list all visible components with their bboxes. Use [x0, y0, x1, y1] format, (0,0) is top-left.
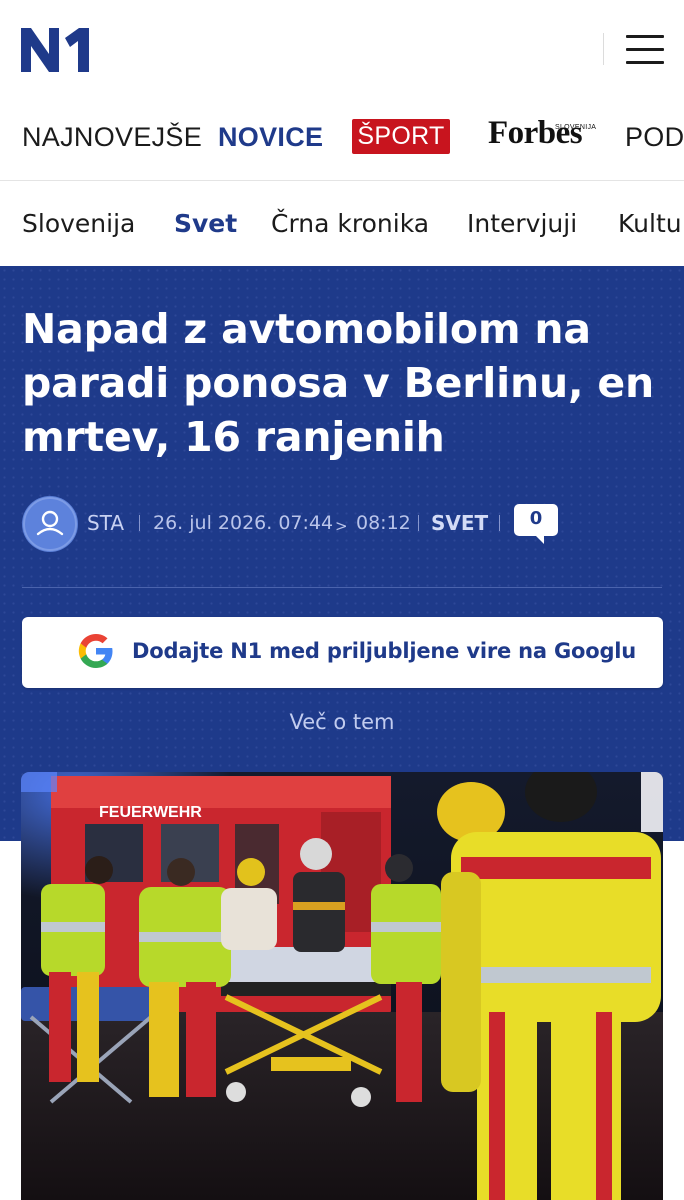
emergency-scene-photo: FEUERWEHR [21, 772, 663, 1200]
nav-novice[interactable]: NOVICE [218, 122, 323, 152]
nav-sport[interactable]: ŠPORT [352, 119, 450, 154]
comment-bubble-tail [534, 534, 544, 544]
add-google-source-button[interactable]: Dodajte N1 med priljubljene vire na Goog… [22, 617, 663, 688]
article-meta: STA 26. jul 2026. 07:44 > 08:12 SVET 0 [22, 496, 662, 552]
update-arrow: > [335, 517, 348, 535]
author-avatar-icon[interactable] [22, 496, 78, 552]
header-divider [603, 33, 604, 65]
article-headline: Napad z avtomobilom na paradi ponosa v B… [22, 305, 655, 461]
subnav-intervjuji[interactable]: Intervjuji [467, 208, 577, 240]
nav-najnovejse[interactable]: NAJNOVEJŠE [22, 122, 202, 152]
article-category[interactable]: SVET [431, 510, 488, 536]
hamburger-menu-icon[interactable] [626, 34, 664, 64]
site-header [0, 0, 684, 100]
n1-logo[interactable] [21, 28, 93, 72]
nav-divider [0, 180, 684, 181]
more-about-link[interactable]: Več o tem [0, 710, 684, 734]
svg-text:FEUERWEHR: FEUERWEHR [99, 804, 202, 821]
update-time: 08:12 [356, 512, 411, 534]
meta-separator [139, 515, 140, 531]
author-name[interactable]: STA [87, 510, 124, 536]
publish-date: 26. jul 2026. 07:44 [153, 512, 334, 534]
nav-forbes[interactable]: Forbes [488, 117, 583, 150]
subnav-kultura[interactable]: Kultu [618, 208, 682, 240]
hero-divider [22, 587, 662, 588]
meta-separator [499, 515, 500, 531]
subnav-svet[interactable]: Svet [174, 208, 237, 240]
google-icon [78, 634, 113, 668]
nav-podkast[interactable]: PODK [625, 122, 684, 152]
subnav-slovenija[interactable]: Slovenija [22, 208, 135, 240]
forbes-edition-label: SLOVENIJA [555, 124, 597, 131]
article-photo[interactable]: FEUERWEHR [21, 772, 663, 1200]
comment-count-badge[interactable]: 0 [514, 504, 558, 536]
subnav-crna-kronika[interactable]: Črna kronika [271, 208, 429, 240]
google-cta-label: Dodajte N1 med priljubljene vire na Goog… [132, 639, 637, 663]
meta-separator [418, 515, 419, 531]
